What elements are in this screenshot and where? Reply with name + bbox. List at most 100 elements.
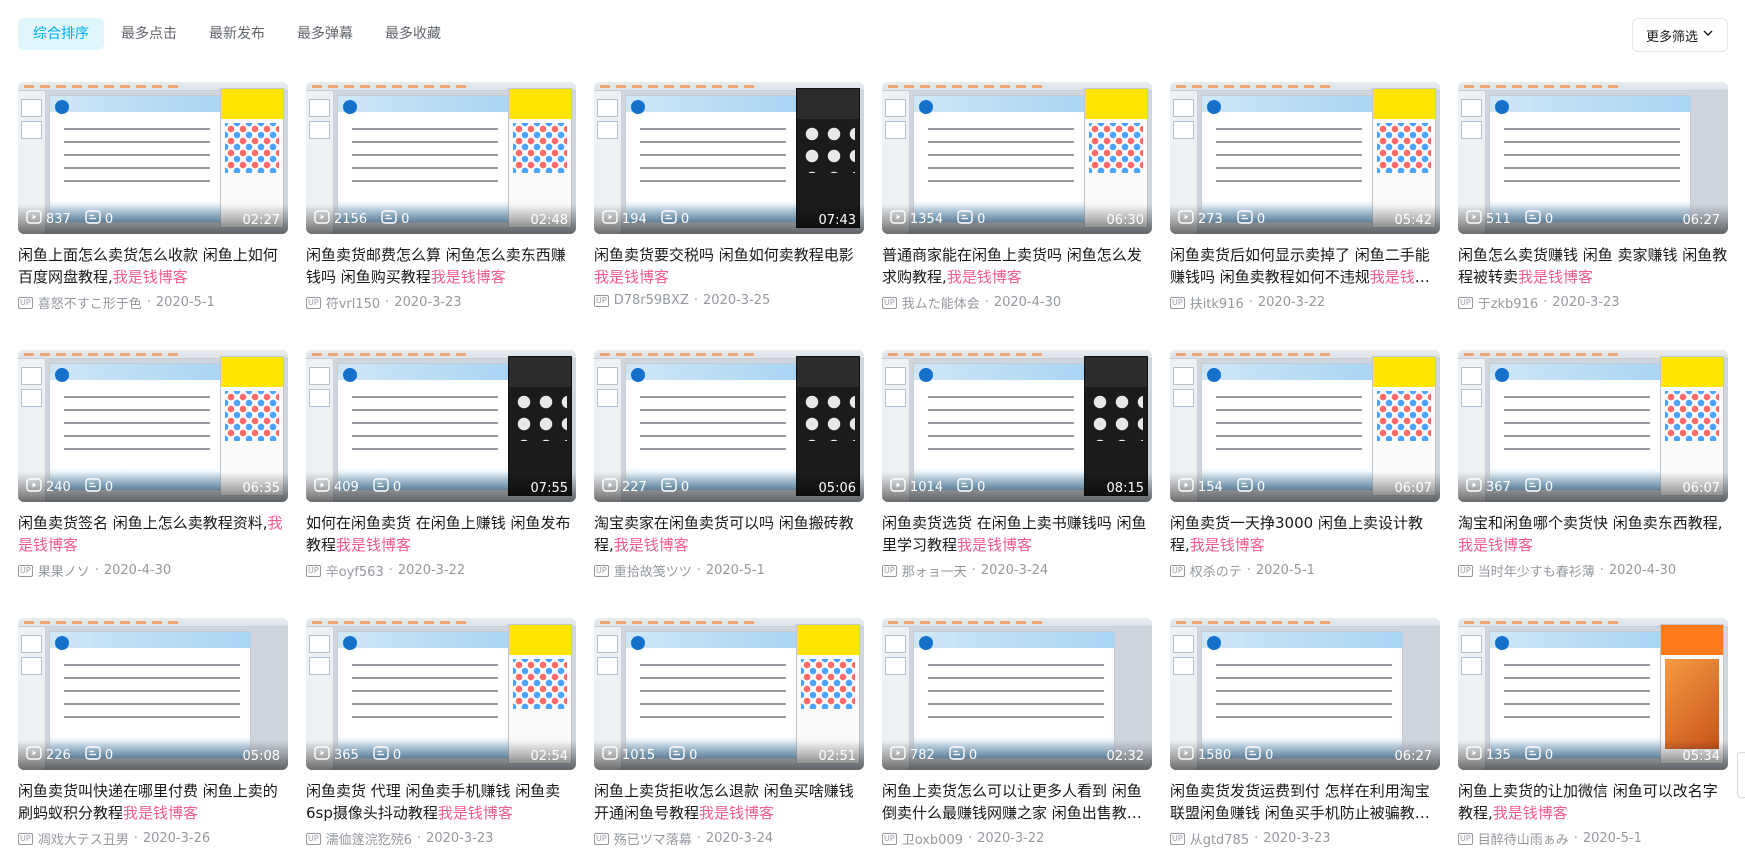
video-card[interactable]: 1015 0 02:51 闲鱼上卖货拒收怎么退款 闲鱼买啥赚钱 开通闲鱼号教程我… bbox=[594, 618, 864, 859]
video-card[interactable]: 409 0 07:55 如何在闲鱼卖货 在闲鱼上赚钱 闲鱼发布教程我是钱博客 U… bbox=[306, 350, 576, 618]
video-stats: 837 0 02:27 bbox=[18, 204, 288, 234]
video-thumbnail[interactable]: 511 0 06:27 bbox=[1458, 82, 1728, 234]
video-author[interactable]: 我ムた能体会 bbox=[902, 293, 980, 312]
danmaku-count-value: 0 bbox=[977, 479, 986, 495]
danmaku-count: 0 bbox=[669, 746, 697, 764]
video-stats: 135 0 05:34 bbox=[1458, 740, 1728, 770]
play-count-icon bbox=[26, 478, 42, 496]
sort-tab[interactable]: 最新发布 bbox=[194, 18, 280, 50]
video-title[interactable]: 闲鱼卖货一天挣3000 闲鱼上卖设计教程,我是钱博客 bbox=[1170, 512, 1440, 556]
video-thumbnail[interactable]: 273 0 05:42 bbox=[1170, 82, 1440, 234]
video-author[interactable]: 目醉待山雨ぁみ bbox=[1478, 829, 1569, 848]
video-card[interactable]: 1014 0 08:15 闲鱼卖货选货 在闲鱼上卖书赚钱吗 闲鱼里学习教程我是钱… bbox=[882, 350, 1152, 618]
sort-tab[interactable]: 最多收藏 bbox=[370, 18, 456, 50]
video-stats: 240 0 06:35 bbox=[18, 472, 288, 502]
video-title-tag: 我是钱博客 bbox=[1518, 268, 1594, 286]
video-author[interactable]: 卫oxb009 bbox=[902, 829, 963, 848]
video-thumbnail[interactable]: 154 0 06:07 bbox=[1170, 350, 1440, 502]
video-title[interactable]: 闲鱼卖货要交税吗 闲鱼如何卖教程电影我是钱博客 bbox=[594, 244, 864, 288]
video-meta: UP 凋戏大テス丑男 · 2020-3-26 bbox=[18, 829, 211, 848]
video-author[interactable]: 权杀のテ bbox=[1190, 561, 1242, 580]
sort-tab[interactable]: 综合排序 bbox=[18, 18, 104, 50]
video-author[interactable]: 于zkb916 bbox=[1478, 293, 1538, 312]
video-author[interactable]: 当时年少すも春衫薄 bbox=[1478, 561, 1595, 580]
video-title[interactable]: 闲鱼卖货选货 在闲鱼上卖书赚钱吗 闲鱼里学习教程我是钱博客 bbox=[882, 512, 1152, 556]
video-thumbnail[interactable]: 837 0 02:27 bbox=[18, 82, 288, 234]
video-thumbnail[interactable]: 1014 0 08:15 bbox=[882, 350, 1152, 502]
video-meta: UP 扶itk916 · 2020-3-22 bbox=[1170, 293, 1326, 312]
video-card[interactable]: 154 0 06:07 闲鱼卖货一天挣3000 闲鱼上卖设计教程,我是钱博客 U… bbox=[1170, 350, 1440, 618]
video-thumbnail[interactable]: 367 0 06:07 bbox=[1458, 350, 1728, 502]
video-card[interactable]: 273 0 05:42 闲鱼卖货后如何显示卖掉了 闲鱼二手能赚钱吗 闲鱼卖教程如… bbox=[1170, 82, 1440, 350]
video-title[interactable]: 闲鱼怎么卖货赚钱 闲鱼 卖家赚钱 闲鱼教程被转卖我是钱博客 bbox=[1458, 244, 1728, 288]
video-author[interactable]: 果果ノソ bbox=[38, 561, 90, 580]
video-title[interactable]: 闲鱼卖货 代理 闲鱼卖手机赚钱 闲鱼卖6sp摄像头抖动教程我是钱博客 bbox=[306, 780, 576, 824]
video-meta: UP 殇已ツマ落幕 · 2020-3-24 bbox=[594, 829, 774, 848]
video-card[interactable]: 2156 0 02:48 闲鱼卖货邮费怎么算 闲鱼怎么卖东西赚钱吗 闲鱼购买教程… bbox=[306, 82, 576, 350]
danmaku-count-value: 0 bbox=[392, 747, 402, 763]
video-card[interactable]: 1580 0 06:27 闲鱼卖货发货运费到付 怎样在利用淘宝联盟闲鱼赚钱 闲鱼… bbox=[1170, 618, 1440, 859]
danmaku-icon bbox=[85, 210, 101, 228]
danmaku-count-value: 0 bbox=[680, 211, 690, 227]
video-author[interactable]: 喜怒不すこ形于色 bbox=[38, 293, 142, 312]
video-title[interactable]: 闲鱼卖货邮费怎么算 闲鱼怎么卖东西赚钱吗 闲鱼购买教程我是钱博客 bbox=[306, 244, 576, 288]
video-title[interactable]: 闲鱼卖货发货运费到付 怎样在利用淘宝联盟闲鱼赚钱 闲鱼买手机防止被骗教程我是钱博… bbox=[1170, 780, 1440, 824]
video-card[interactable]: 1354 0 06:30 普通商家能在闲鱼上卖货吗 闲鱼怎么发求购教程,我是钱博… bbox=[882, 82, 1152, 350]
video-author[interactable]: 重拾故笺ツツ bbox=[614, 561, 692, 580]
video-card[interactable]: 367 0 06:07 淘宝和闲鱼哪个卖货快 闲鱼卖东西教程,我是钱博客 UP … bbox=[1458, 350, 1728, 618]
video-title[interactable]: 闲鱼上面怎么卖货怎么收款 闲鱼上如何百度网盘教程,我是钱博客 bbox=[18, 244, 288, 288]
video-title[interactable]: 如何在闲鱼卖货 在闲鱼上赚钱 闲鱼发布教程我是钱博客 bbox=[306, 512, 576, 556]
video-meta: UP 当时年少すも春衫薄 · 2020-4-30 bbox=[1458, 561, 1677, 580]
video-title[interactable]: 闲鱼卖货签名 闲鱼上怎么卖教程资料,我是钱博客 bbox=[18, 512, 288, 556]
video-thumbnail[interactable]: 227 0 05:06 bbox=[594, 350, 864, 502]
video-author[interactable]: 凋戏大テス丑男 bbox=[38, 829, 129, 848]
video-card[interactable]: 782 0 02:32 闲鱼上卖货怎么可以让更多人看到 闲鱼倒卖什么最赚钱网赚之… bbox=[882, 618, 1152, 859]
video-title-tag: 我是钱博客 bbox=[946, 268, 1022, 286]
video-thumbnail[interactable]: 409 0 07:55 bbox=[306, 350, 576, 502]
scroll-handle[interactable] bbox=[1737, 752, 1745, 798]
video-thumbnail[interactable]: 226 0 05:08 bbox=[18, 618, 288, 770]
video-card[interactable]: 194 0 07:43 闲鱼卖货要交税吗 闲鱼如何卖教程电影我是钱博客 UP D… bbox=[594, 82, 864, 350]
video-title[interactable]: 淘宝卖家在闲鱼卖货可以吗 闲鱼搬砖教程,我是钱博客 bbox=[594, 512, 864, 556]
video-title[interactable]: 闲鱼卖货叫快递在哪里付费 闲鱼上卖的刷蚂蚁积分教程我是钱博客 bbox=[18, 780, 288, 824]
video-author[interactable]: 扶itk916 bbox=[1190, 293, 1244, 312]
video-title[interactable]: 闲鱼上卖货拒收怎么退款 闲鱼买啥赚钱 开通闲鱼号教程我是钱博客 bbox=[594, 780, 864, 824]
video-duration: 02:54 bbox=[530, 749, 568, 764]
video-author[interactable]: 那ォョ一天 bbox=[902, 561, 967, 580]
video-title[interactable]: 闲鱼卖货后如何显示卖掉了 闲鱼二手能赚钱吗 闲鱼卖教程如何不违规我是钱博客 bbox=[1170, 244, 1440, 288]
danmaku-count-value: 0 bbox=[401, 211, 410, 227]
video-thumbnail[interactable]: 365 0 02:54 bbox=[306, 618, 576, 770]
video-title[interactable]: 普通商家能在闲鱼上卖货吗 闲鱼怎么发求购教程,我是钱博客 bbox=[882, 244, 1152, 288]
video-author[interactable]: 濡侐篴浣犵殑6 bbox=[326, 829, 412, 848]
video-stats: 367 0 06:07 bbox=[1458, 472, 1728, 502]
video-author[interactable]: 从gtd785 bbox=[1190, 829, 1249, 848]
video-thumbnail[interactable]: 194 0 07:43 bbox=[594, 82, 864, 234]
video-thumbnail[interactable]: 2156 0 02:48 bbox=[306, 82, 576, 234]
video-thumbnail[interactable]: 135 0 05:34 bbox=[1458, 618, 1728, 770]
video-author[interactable]: 辛oyf563 bbox=[326, 561, 384, 580]
video-title[interactable]: 闲鱼上卖货的让加微信 闲鱼可以改名字教程,我是钱博客 bbox=[1458, 780, 1728, 824]
video-thumbnail[interactable]: 1015 0 02:51 bbox=[594, 618, 864, 770]
video-card[interactable]: 511 0 06:27 闲鱼怎么卖货赚钱 闲鱼 卖家赚钱 闲鱼教程被转卖我是钱博… bbox=[1458, 82, 1728, 350]
sort-tab[interactable]: 最多弹幕 bbox=[282, 18, 368, 50]
video-card[interactable]: 135 0 05:34 闲鱼上卖货的让加微信 闲鱼可以改名字教程,我是钱博客 U… bbox=[1458, 618, 1728, 859]
video-card[interactable]: 837 0 02:27 闲鱼上面怎么卖货怎么收款 闲鱼上如何百度网盘教程,我是钱… bbox=[18, 82, 288, 350]
video-card[interactable]: 365 0 02:54 闲鱼卖货 代理 闲鱼卖手机赚钱 闲鱼卖6sp摄像头抖动教… bbox=[306, 618, 576, 859]
video-thumbnail[interactable]: 1354 0 06:30 bbox=[882, 82, 1152, 234]
video-author[interactable]: D78r59BXZ bbox=[614, 293, 689, 308]
video-title[interactable]: 淘宝和闲鱼哪个卖货快 闲鱼卖东西教程,我是钱博客 bbox=[1458, 512, 1728, 556]
more-filter-button[interactable]: 更多筛选 bbox=[1632, 18, 1728, 52]
video-date: 2020-3-22 bbox=[397, 563, 466, 578]
video-author[interactable]: 符vrl150 bbox=[326, 293, 380, 312]
play-count: 2156 bbox=[314, 210, 367, 228]
video-card[interactable]: 227 0 05:06 淘宝卖家在闲鱼卖货可以吗 闲鱼搬砖教程,我是钱博客 UP… bbox=[594, 350, 864, 618]
video-card[interactable]: 240 0 06:35 闲鱼卖货签名 闲鱼上怎么卖教程资料,我是钱博客 UP 果… bbox=[18, 350, 288, 618]
video-thumbnail[interactable]: 1580 0 06:27 bbox=[1170, 618, 1440, 770]
video-card[interactable]: 226 0 05:08 闲鱼卖货叫快递在哪里付费 闲鱼上卖的刷蚂蚁积分教程我是钱… bbox=[18, 618, 288, 859]
video-author[interactable]: 殇已ツマ落幕 bbox=[614, 829, 692, 848]
video-thumbnail[interactable]: 240 0 06:35 bbox=[18, 350, 288, 502]
danmaku-count: 0 bbox=[1245, 746, 1273, 764]
sort-tab[interactable]: 最多点击 bbox=[106, 18, 192, 50]
video-title[interactable]: 闲鱼上卖货怎么可以让更多人看到 闲鱼倒卖什么最赚钱网赚之家 闲鱼出售教程我是钱博… bbox=[882, 780, 1152, 824]
video-thumbnail[interactable]: 782 0 02:32 bbox=[882, 618, 1152, 770]
